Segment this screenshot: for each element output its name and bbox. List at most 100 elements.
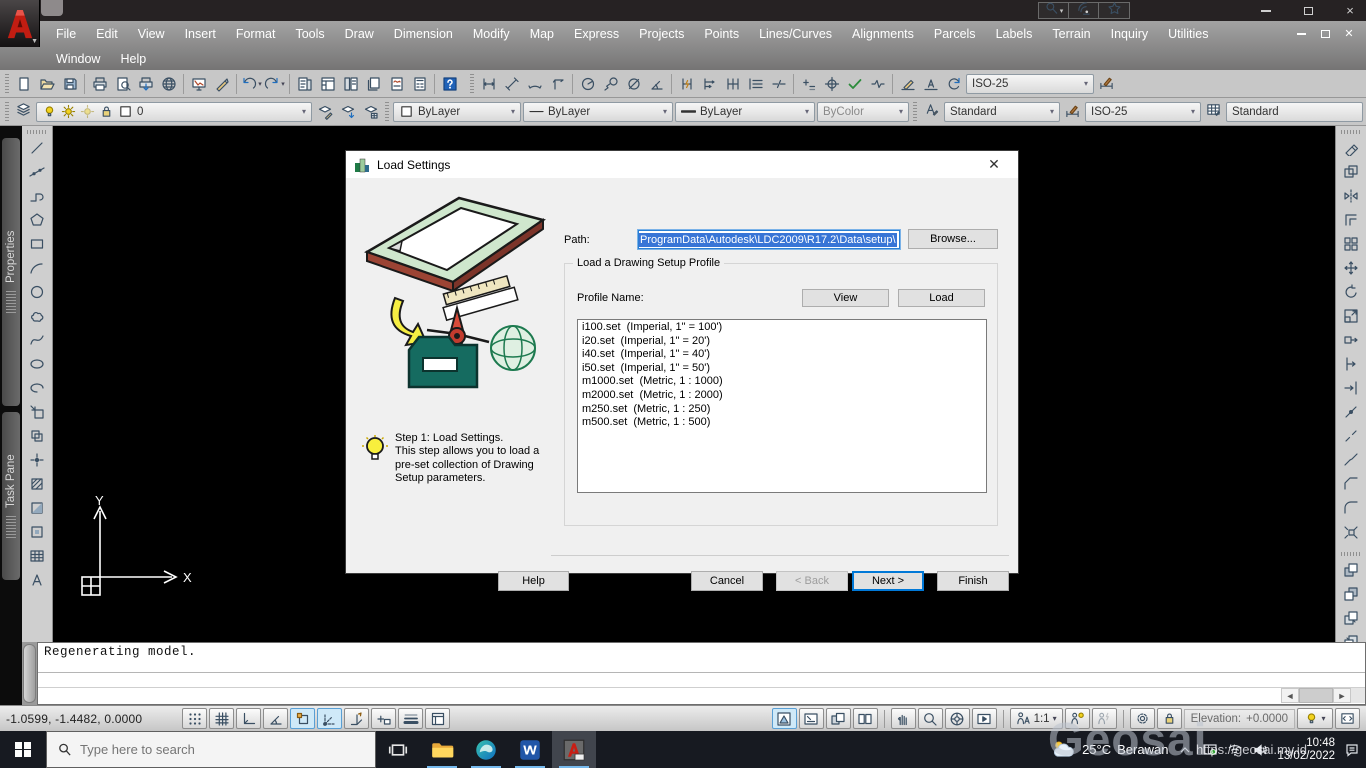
dim-edit-button[interactable] bbox=[896, 72, 919, 95]
elevation-readout[interactable]: Elevation:+0.0000 bbox=[1184, 709, 1295, 729]
task-view-button[interactable] bbox=[376, 731, 420, 768]
annotation-scale-select[interactable]: 1:1 ▾ bbox=[1010, 708, 1063, 729]
load-button[interactable]: Load bbox=[898, 289, 985, 307]
dim-ordinate-button[interactable] bbox=[546, 72, 569, 95]
menu-item[interactable]: Parcels bbox=[924, 21, 986, 46]
dim-update-button[interactable] bbox=[942, 72, 965, 95]
taskbar-search-box[interactable] bbox=[46, 731, 376, 768]
chamfer-button[interactable] bbox=[1339, 472, 1363, 496]
ducs-button[interactable] bbox=[344, 708, 369, 729]
start-button[interactable] bbox=[0, 731, 46, 768]
menu-item[interactable]: Modify bbox=[463, 21, 520, 46]
toolbar-lock-button[interactable] bbox=[1157, 708, 1182, 729]
above-button[interactable] bbox=[1339, 606, 1363, 630]
rotate-button[interactable] bbox=[1339, 280, 1363, 304]
arc-button[interactable] bbox=[25, 256, 49, 280]
insert-button[interactable] bbox=[25, 400, 49, 424]
stretch-button[interactable] bbox=[1339, 328, 1363, 352]
command-window-grab-bar[interactable] bbox=[23, 644, 36, 703]
profile-item[interactable]: i20.set (Imperial, 1" = 20') bbox=[578, 335, 986, 349]
dim-jogged-button[interactable] bbox=[599, 72, 622, 95]
linetype-select[interactable]: ByLayer▾ bbox=[523, 102, 673, 122]
color-select[interactable]: ByLayer▾ bbox=[393, 102, 521, 122]
pan-button[interactable] bbox=[891, 708, 916, 729]
lwt-button[interactable] bbox=[398, 708, 423, 729]
menu-item[interactable]: Lines/Curves bbox=[749, 21, 842, 46]
dim-linear-button[interactable] bbox=[477, 72, 500, 95]
dim-angular-button[interactable] bbox=[645, 72, 668, 95]
toolbar-grab-handle[interactable] bbox=[913, 102, 917, 122]
pline-button[interactable] bbox=[25, 184, 49, 208]
quick-access-toolbar-tab[interactable] bbox=[41, 0, 63, 16]
dim-baseline-button[interactable] bbox=[698, 72, 721, 95]
file-explorer-task[interactable] bbox=[420, 731, 464, 768]
search-input[interactable] bbox=[80, 742, 320, 757]
dim-tolerance-button[interactable] bbox=[797, 72, 820, 95]
web-button[interactable] bbox=[157, 72, 180, 95]
grid-button[interactable] bbox=[209, 708, 234, 729]
menu-item[interactable]: Alignments bbox=[842, 21, 924, 46]
profile-item[interactable]: i40.set (Imperial, 1" = 40') bbox=[578, 348, 986, 362]
properties-button[interactable] bbox=[293, 72, 316, 95]
command-input[interactable] bbox=[38, 672, 1365, 687]
profile-item[interactable]: m2000.set (Metric, 1 : 2000) bbox=[578, 389, 986, 403]
cancel-button[interactable]: Cancel bbox=[691, 571, 763, 591]
qv-layouts-button[interactable] bbox=[826, 708, 851, 729]
dim-style-select[interactable]: ISO-25▾ bbox=[966, 74, 1094, 94]
help-button[interactable]: Help bbox=[498, 571, 569, 591]
menu-item[interactable]: Dimension bbox=[384, 21, 463, 46]
dim-arc-button[interactable] bbox=[523, 72, 546, 95]
join-button[interactable] bbox=[1339, 448, 1363, 472]
wheel-button[interactable] bbox=[945, 708, 970, 729]
preview-button[interactable] bbox=[111, 72, 134, 95]
table-style-select[interactable]: Standard bbox=[1226, 102, 1363, 122]
layer-select[interactable]: 0 ▾ bbox=[36, 102, 312, 122]
resize-gripper[interactable] bbox=[1351, 688, 1365, 703]
menu-item[interactable]: File bbox=[46, 21, 86, 46]
designcenter-button[interactable] bbox=[316, 72, 339, 95]
toolbar-grab-handle[interactable] bbox=[1341, 130, 1361, 134]
otrack-button[interactable] bbox=[317, 708, 342, 729]
back-button[interactable] bbox=[1339, 582, 1363, 606]
toolpalettes-button[interactable] bbox=[339, 72, 362, 95]
quickcalc-button[interactable] bbox=[408, 72, 431, 95]
circle-button[interactable] bbox=[25, 280, 49, 304]
toolbar-grab-handle[interactable] bbox=[470, 74, 474, 94]
layer-states-button[interactable] bbox=[359, 100, 382, 123]
dim-continue-button[interactable] bbox=[721, 72, 744, 95]
volume-tray-icon[interactable] bbox=[1252, 742, 1268, 758]
undo-button[interactable]: ▾ bbox=[240, 72, 263, 95]
clock[interactable]: 10:48 13/02/2022 bbox=[1277, 737, 1335, 763]
minimize-button[interactable] bbox=[1258, 4, 1274, 18]
communication-center-button[interactable] bbox=[1069, 3, 1099, 18]
document-minimize-button[interactable] bbox=[1294, 27, 1308, 40]
mirror-button[interactable] bbox=[1339, 184, 1363, 208]
markupset-button[interactable] bbox=[385, 72, 408, 95]
restore-button[interactable] bbox=[1300, 4, 1316, 18]
autocad-ldc-task[interactable] bbox=[552, 731, 596, 768]
menu-item[interactable]: Draw bbox=[335, 21, 384, 46]
region-button[interactable] bbox=[25, 520, 49, 544]
sheetset-button[interactable] bbox=[362, 72, 385, 95]
modelspace-button[interactable] bbox=[425, 708, 450, 729]
hatch-button[interactable] bbox=[25, 472, 49, 496]
text-style-select[interactable]: Standard▾ bbox=[944, 102, 1060, 122]
layer-current-button[interactable] bbox=[313, 100, 336, 123]
dim-radius-button[interactable] bbox=[576, 72, 599, 95]
qv-drawings-button[interactable] bbox=[853, 708, 878, 729]
action-center-button[interactable] bbox=[1344, 742, 1360, 758]
motion-button[interactable] bbox=[972, 708, 997, 729]
profile-item[interactable]: i50.set (Imperial, 1" = 50') bbox=[578, 362, 986, 376]
menu-item[interactable]: Help bbox=[110, 46, 156, 71]
dim-jogline-button[interactable] bbox=[866, 72, 889, 95]
next-button[interactable]: Next > bbox=[852, 571, 924, 591]
markup-button[interactable] bbox=[187, 72, 210, 95]
document-restore-button[interactable] bbox=[1318, 27, 1332, 40]
lineweight-select[interactable]: ByLayer▾ bbox=[675, 102, 815, 122]
scroll-right-button[interactable]: ► bbox=[1333, 688, 1351, 703]
favorites-button[interactable] bbox=[1099, 3, 1129, 18]
offset-button[interactable] bbox=[1339, 208, 1363, 232]
publish-button[interactable] bbox=[134, 72, 157, 95]
snap-button[interactable] bbox=[182, 708, 207, 729]
menu-item[interactable]: Labels bbox=[986, 21, 1043, 46]
